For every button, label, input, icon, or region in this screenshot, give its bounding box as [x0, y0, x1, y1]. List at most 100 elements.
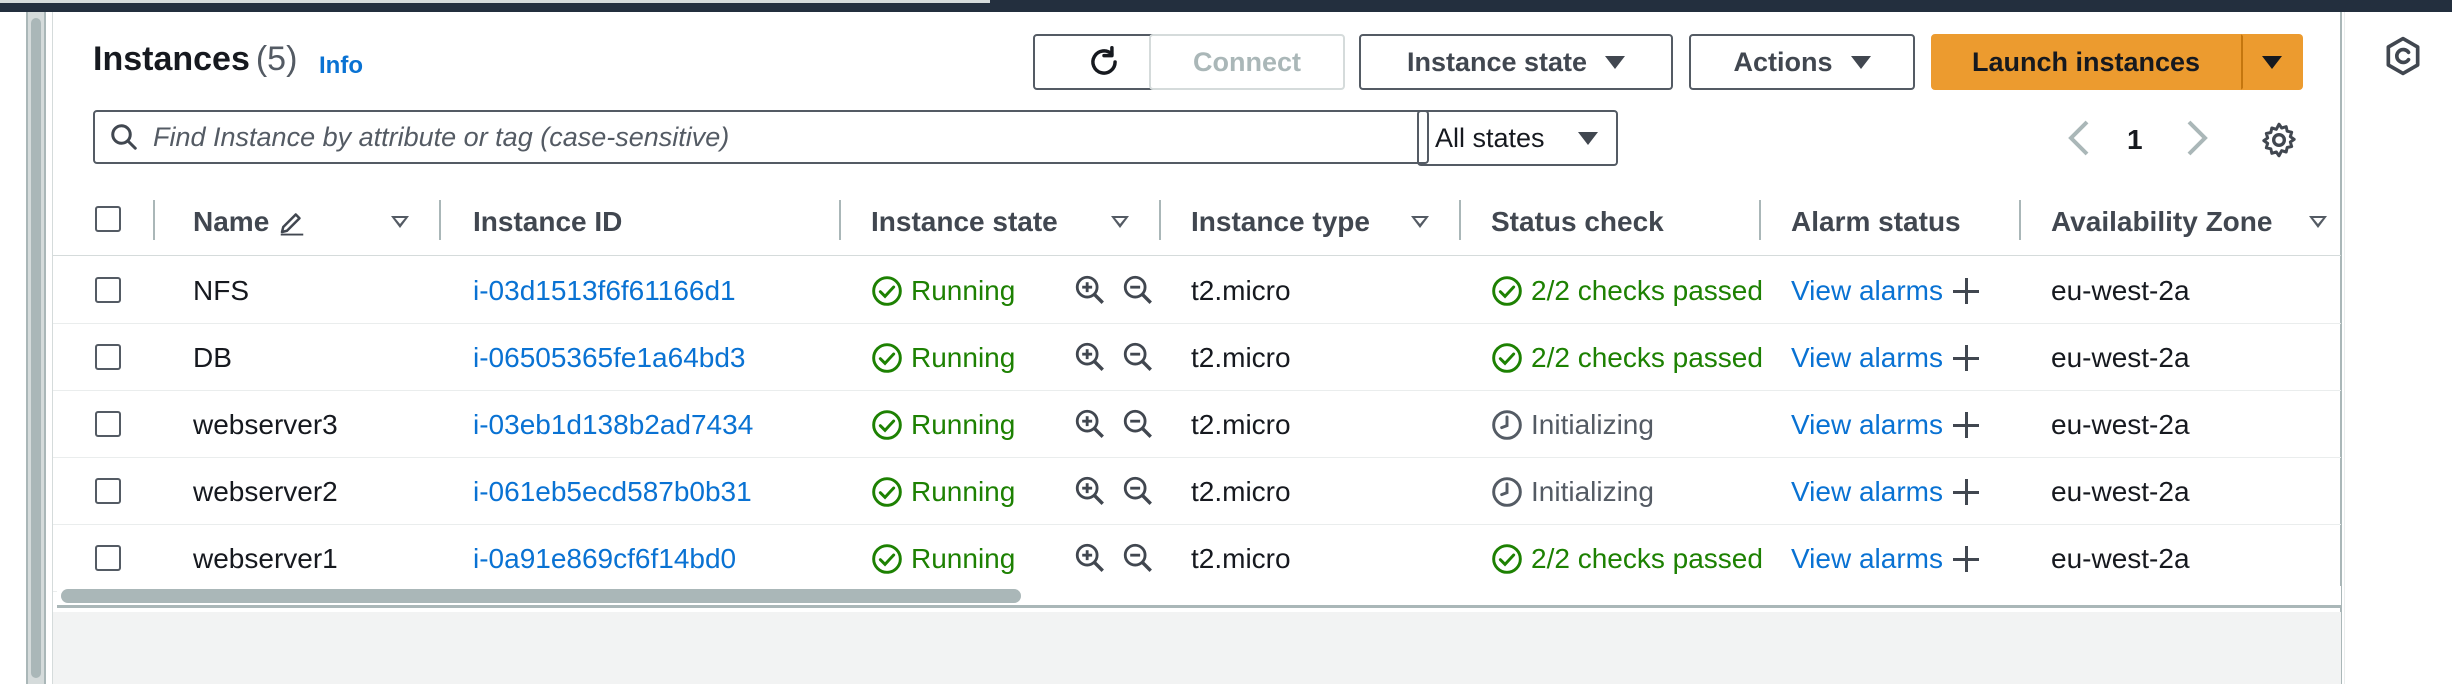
instance-state-text: Running: [911, 342, 1016, 373]
row-checkbox[interactable]: [95, 411, 121, 437]
sort-icon[interactable]: [1111, 216, 1129, 228]
sort-icon[interactable]: [391, 216, 409, 228]
zoom-in-icon[interactable]: [1073, 340, 1107, 374]
instance-state-text: Running: [911, 543, 1016, 574]
column-header-instance-state[interactable]: Instance state: [871, 206, 1058, 238]
plus-icon[interactable]: [1952, 546, 1979, 572]
status-check-text: Initializing: [1531, 409, 1654, 440]
connect-button[interactable]: Connect: [1149, 34, 1345, 90]
chevron-right-icon[interactable]: [2183, 118, 2211, 158]
zoom-out-icon[interactable]: [1121, 407, 1155, 441]
sort-icon[interactable]: [1411, 216, 1429, 228]
instance-state-dropdown[interactable]: Instance state: [1359, 34, 1673, 90]
instance-type: t2.micro: [1191, 409, 1291, 440]
instance-id-link[interactable]: i-06505365fe1a64bd3: [473, 342, 745, 374]
row-checkbox[interactable]: [95, 478, 121, 504]
availability-zone: eu-west-2a: [2051, 342, 2190, 373]
row-checkbox[interactable]: [95, 545, 121, 571]
column-divider: [1759, 200, 1761, 240]
table-header: Name Instance ID Instance state Instance…: [53, 184, 2341, 256]
status-check: Initializing: [1491, 409, 1654, 441]
availability-zone: eu-west-2a: [2051, 409, 2190, 440]
column-header-alarm-status[interactable]: Alarm status: [1791, 206, 1961, 238]
column-divider: [1459, 200, 1461, 240]
plus-icon[interactable]: [1952, 412, 1979, 438]
select-all-checkbox[interactable]: [95, 206, 121, 232]
plus-icon[interactable]: [1952, 345, 1979, 371]
refresh-icon: [1091, 46, 1117, 75]
column-divider: [2019, 200, 2021, 240]
row-checkbox[interactable]: [95, 277, 121, 303]
view-alarms-link[interactable]: View alarms: [1791, 409, 1943, 441]
status-check-text: 2/2 checks passed: [1531, 342, 1763, 373]
column-header-status-check[interactable]: Status check: [1491, 206, 1664, 238]
instance-state: Running: [871, 543, 1015, 575]
scrollbar-thumb[interactable]: [61, 589, 1021, 603]
instance-name: webserver3: [193, 409, 338, 440]
zoom-in-icon[interactable]: [1073, 474, 1107, 508]
zoom-out-icon[interactable]: [1121, 474, 1155, 508]
view-alarms-link[interactable]: View alarms: [1791, 342, 1943, 374]
alarm-status[interactable]: View alarms: [1791, 409, 1979, 441]
horizontal-scrollbar[interactable]: [57, 586, 2341, 608]
instance-count: (5): [255, 40, 298, 78]
status-check: 2/2 checks passed: [1491, 342, 1763, 374]
zoom-in-icon[interactable]: [1073, 407, 1107, 441]
column-header-instance-type[interactable]: Instance type: [1191, 206, 1370, 238]
right-utility-bar: [2344, 12, 2452, 684]
instance-id-link[interactable]: i-03eb1d138b2ad7434: [473, 409, 753, 441]
instance-id-link[interactable]: i-061eb5ecd587b0b31: [473, 476, 752, 508]
left-scrollbar[interactable]: [26, 12, 46, 684]
instance-search[interactable]: [93, 110, 1429, 164]
zoom-out-icon[interactable]: [1121, 273, 1155, 307]
zoom-in-icon[interactable]: [1073, 273, 1107, 307]
view-alarms-link[interactable]: View alarms: [1791, 275, 1943, 307]
instance-id-link[interactable]: i-0a91e869cf6f14bd0: [473, 543, 736, 575]
edit-icon: [281, 213, 304, 236]
alarm-status[interactable]: View alarms: [1791, 543, 1979, 575]
column-header-name-label: Name: [193, 206, 270, 237]
zoom-out-icon[interactable]: [1121, 340, 1155, 374]
view-alarms-link[interactable]: View alarms: [1791, 476, 1943, 508]
check-circle-icon: [872, 544, 902, 574]
info-link[interactable]: Info: [319, 52, 363, 80]
launch-options-dropdown[interactable]: [2241, 34, 2303, 90]
instance-id-link[interactable]: i-03d1513f6f61166d1: [473, 275, 736, 307]
actions-dropdown[interactable]: Actions: [1689, 34, 1915, 90]
table-row[interactable]: NFS i-03d1513f6f61166d1 Running t2.micro…: [53, 257, 2341, 324]
instance-state-text: Running: [911, 476, 1016, 507]
status-check: 2/2 checks passed: [1491, 275, 1763, 307]
alarm-status[interactable]: View alarms: [1791, 275, 1979, 307]
gear-icon[interactable]: [2259, 120, 2299, 160]
state-filter-select[interactable]: All states: [1417, 110, 1618, 166]
plus-icon[interactable]: [1952, 278, 1979, 304]
availability-zone: eu-west-2a: [2051, 476, 2190, 507]
column-divider: [1159, 200, 1161, 240]
alarm-status[interactable]: View alarms: [1791, 476, 1979, 508]
search-input[interactable]: [153, 121, 1393, 153]
sort-icon[interactable]: [2309, 216, 2327, 228]
plus-icon[interactable]: [1952, 479, 1979, 505]
column-header-availability-zone[interactable]: Availability Zone: [2051, 206, 2272, 238]
check-circle-icon: [1492, 343, 1522, 373]
row-checkbox[interactable]: [95, 344, 121, 370]
table-row[interactable]: DB i-06505365fe1a64bd3 Running t2.micro …: [53, 324, 2341, 391]
instance-name: NFS: [193, 275, 249, 306]
chevron-left-icon[interactable]: [2065, 118, 2093, 158]
check-circle-icon: [872, 343, 902, 373]
zoom-in-icon[interactable]: [1073, 541, 1107, 575]
table-row[interactable]: webserver1 i-0a91e869cf6f14bd0 Running t…: [53, 525, 2341, 592]
page-number[interactable]: 1: [2127, 124, 2143, 156]
actions-label: Actions: [1733, 46, 1833, 77]
search-icon: [111, 124, 137, 150]
launch-instances-button[interactable]: Launch instances: [1931, 34, 2241, 90]
column-header-name[interactable]: Name: [193, 206, 307, 238]
alarm-status[interactable]: View alarms: [1791, 342, 1979, 374]
title-text: Instances: [93, 40, 250, 78]
zoom-out-icon[interactable]: [1121, 541, 1155, 575]
cloudshell-icon[interactable]: [2381, 34, 2425, 78]
table-row[interactable]: webserver2 i-061eb5ecd587b0b31 Running t…: [53, 458, 2341, 525]
view-alarms-link[interactable]: View alarms: [1791, 543, 1943, 575]
table-row[interactable]: webserver3 i-03eb1d138b2ad7434 Running t…: [53, 391, 2341, 458]
column-header-instance-id[interactable]: Instance ID: [473, 206, 622, 238]
